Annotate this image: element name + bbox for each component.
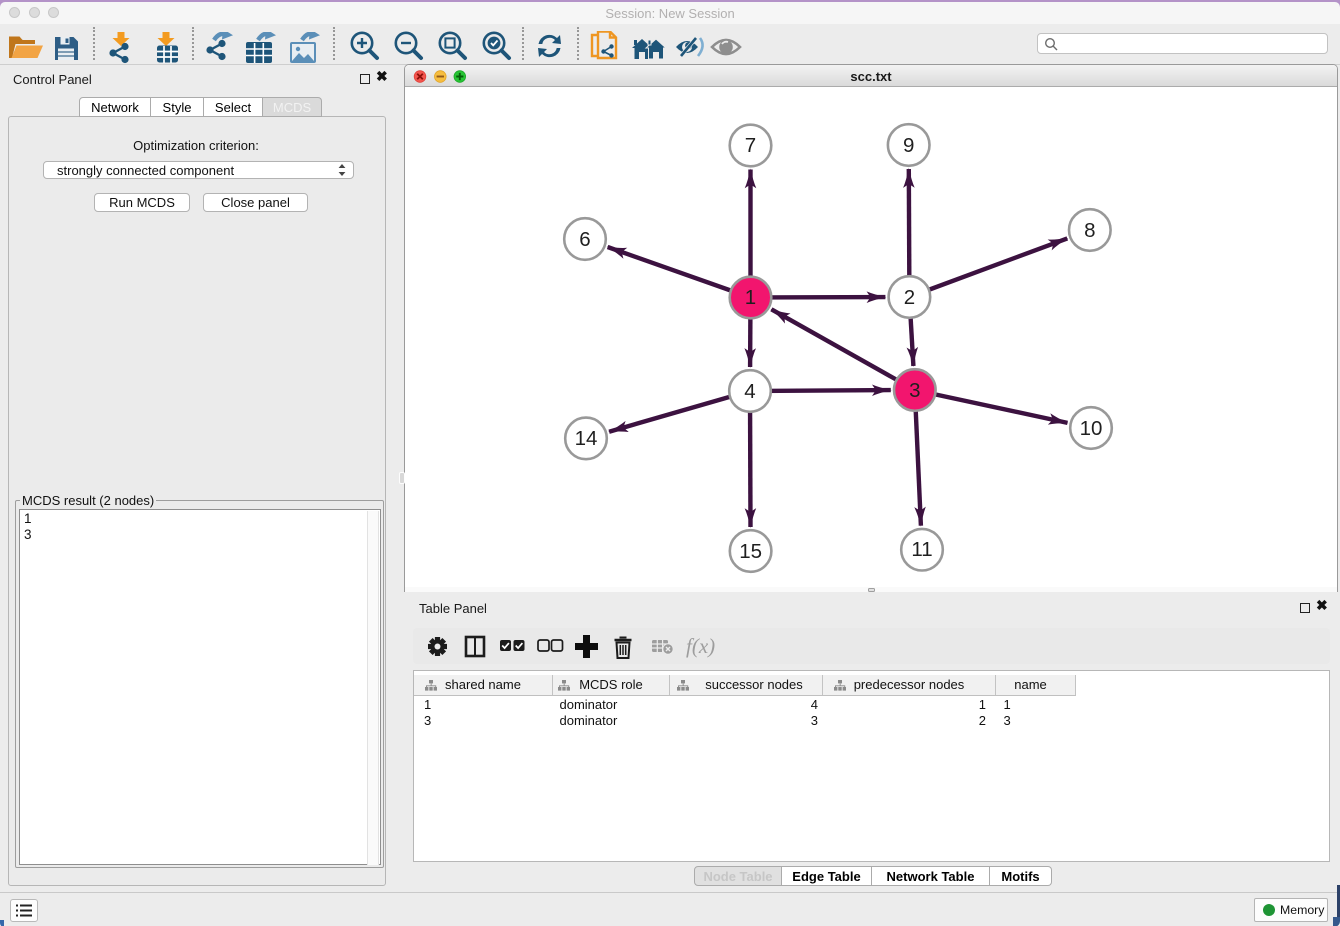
svg-text:f(x): f(x) <box>686 634 715 658</box>
